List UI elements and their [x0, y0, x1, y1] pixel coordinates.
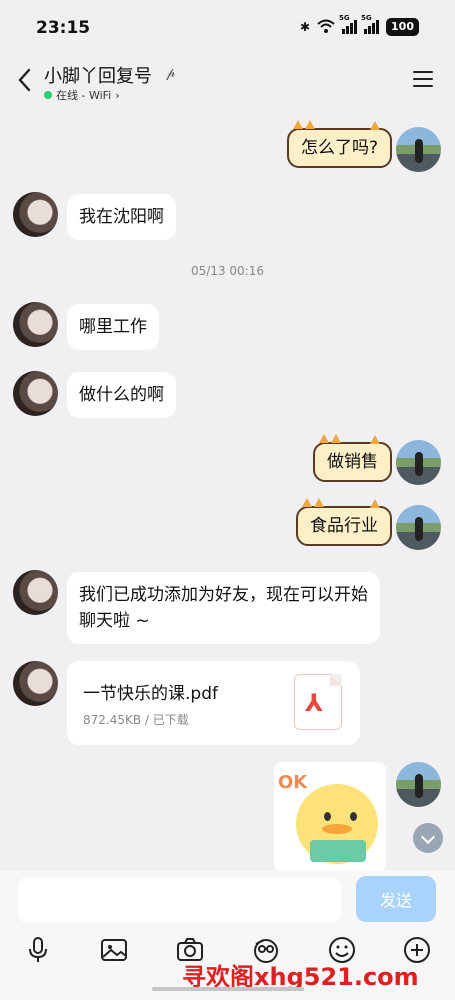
status-time: 23:15 — [36, 18, 91, 38]
duck-eye — [350, 812, 357, 821]
cat-ears-decoration — [292, 120, 315, 132]
self-avatar[interactable] — [396, 127, 441, 172]
online-dot — [44, 91, 52, 99]
peer-avatar[interactable] — [13, 661, 58, 706]
message-text: 我们已成功添加为好友，现在可以开始聊天啦 ~ — [79, 585, 368, 631]
back-arrow-icon[interactable] — [14, 66, 36, 94]
message-text: 哪里工作 — [79, 317, 147, 337]
message-bubble-self[interactable]: 怎么了吗? — [286, 120, 392, 168]
home-indicator[interactable] — [152, 987, 304, 991]
battery-icon: 100 — [386, 18, 419, 36]
message-bubble-peer[interactable]: 我们已成功添加为好友，现在可以开始聊天啦 ~ — [67, 572, 380, 644]
contact-name[interactable]: 小脚丫回复号 — [44, 62, 152, 88]
peer-avatar[interactable] — [13, 570, 58, 615]
duck-scarf — [310, 840, 366, 862]
message-input[interactable] — [18, 877, 341, 923]
microphone-icon[interactable] — [23, 935, 53, 965]
peer-avatar[interactable] — [13, 192, 58, 237]
cat-ears-decoration — [319, 434, 341, 446]
cat-ears-decoration — [302, 498, 324, 510]
online-status-text: 在线 - WiFi — [56, 89, 112, 102]
ear-icon: 𝓅 — [166, 66, 176, 81]
cat-ear-decoration — [370, 435, 382, 445]
cat-ear-decoration — [370, 121, 382, 131]
self-avatar[interactable] — [396, 440, 441, 485]
chat-header: 小脚丫回复号 𝓅 在线 - WiFi › — [0, 56, 455, 108]
status-bar: 23:15 ✱ 5G 5G 100 — [0, 0, 455, 56]
message-text: 怎么了吗? — [300, 138, 378, 158]
peer-avatar[interactable] — [13, 302, 58, 347]
self-avatar[interactable] — [396, 762, 441, 807]
wifi-icon — [317, 19, 335, 36]
pdf-icon: ⅄ — [294, 674, 342, 730]
chat-area[interactable]: 怎么了吗? 我在沈阳啊 05/13 00:16 哪里工作 做什么的啊 做销售 食… — [0, 110, 455, 870]
message-bubble-self[interactable]: 食品行业 — [296, 498, 392, 546]
online-status[interactable]: 在线 - WiFi › — [44, 87, 120, 103]
send-button[interactable]: 发送 — [356, 876, 436, 922]
peer-avatar[interactable] — [13, 371, 58, 416]
self-avatar[interactable] — [396, 505, 441, 550]
message-bubble-peer[interactable]: 做什么的啊 — [67, 372, 176, 418]
chat-timestamp: 05/13 00:16 — [191, 264, 264, 278]
cat-ear-decoration — [370, 499, 382, 509]
duck-eye — [324, 812, 331, 821]
message-bubble-peer[interactable]: 我在沈阳啊 — [67, 194, 176, 240]
message-text: 我在沈阳啊 — [79, 207, 164, 227]
file-message[interactable]: 一节快乐的课.pdf 872.45KB / 已下载 ⅄ — [67, 661, 360, 745]
scroll-down-button[interactable] — [413, 823, 443, 853]
duck-beak — [322, 824, 352, 834]
sticker-text: OK — [278, 772, 308, 793]
signal-icon-2: 5G — [361, 14, 380, 34]
file-name: 一节快乐的课.pdf — [83, 684, 218, 704]
message-text: 做什么的啊 — [79, 385, 164, 405]
menu-icon[interactable] — [413, 71, 433, 87]
message-bubble-peer[interactable]: 哪里工作 — [67, 304, 159, 350]
image-icon[interactable] — [99, 935, 129, 965]
input-bar: 发送 寻欢阁xhg521.com — [0, 870, 455, 1000]
message-text: 食品行业 — [310, 516, 378, 536]
file-meta: 872.45KB / 已下载 — [83, 713, 189, 727]
signal-icon: 5G — [339, 14, 358, 34]
status-icons: ✱ 5G 5G 100 — [299, 14, 419, 36]
chevron-right-icon: › — [115, 88, 120, 102]
sticker-message[interactable]: OK — [274, 762, 386, 870]
message-bubble-self[interactable]: 做销售 — [313, 434, 392, 482]
message-text: 做销售 — [327, 452, 378, 472]
bluetooth-icon: ✱ — [299, 20, 311, 34]
